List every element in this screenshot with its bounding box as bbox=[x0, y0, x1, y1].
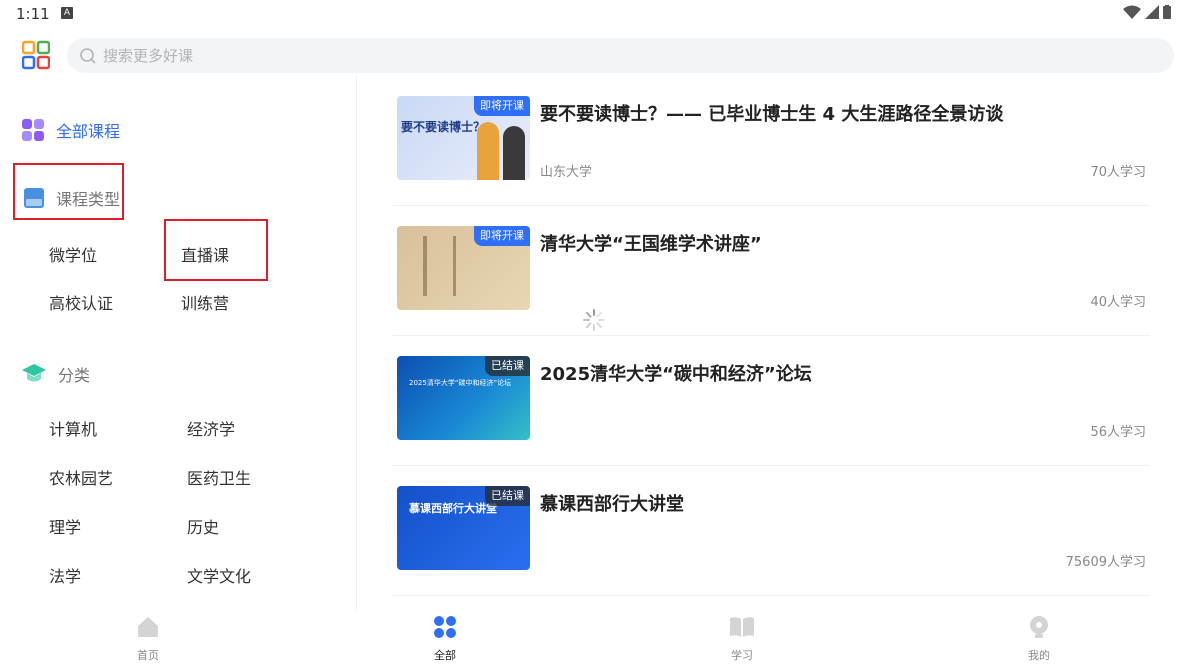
category-item[interactable]: 理学 bbox=[49, 514, 81, 538]
status-bar: 1:11 A bbox=[0, 0, 1187, 28]
course-thumbnail: 要不要读博士？ 即将开课 bbox=[397, 96, 530, 180]
nav-all[interactable]: 全部 bbox=[405, 615, 485, 663]
grid-icon bbox=[434, 616, 456, 638]
category-item[interactable]: 经济学 bbox=[187, 416, 235, 440]
course-thumbnail: 即将开课 bbox=[397, 226, 530, 310]
nav-label: 首页 bbox=[137, 649, 159, 662]
course-thumbnail: 慕课西部行大讲堂 已结课 bbox=[397, 486, 530, 570]
learner-count: 75609人学习 bbox=[1065, 555, 1146, 570]
battery-icon bbox=[1163, 5, 1171, 19]
course-title: 慕课西部行大讲堂 bbox=[540, 494, 684, 515]
nav-label: 我的 bbox=[1028, 649, 1050, 662]
signal-icon bbox=[1145, 5, 1159, 19]
thumbnail-text: 2025清华大学“碳中和经济”论坛 bbox=[409, 379, 512, 387]
wifi-icon bbox=[1123, 5, 1141, 19]
category-item[interactable]: 计算机 bbox=[49, 416, 97, 440]
search-icon bbox=[80, 47, 96, 64]
course-card[interactable]: 慕课西部行大讲堂 已结课 慕课西部行大讲堂 75609人学习 bbox=[393, 466, 1150, 596]
profile-icon bbox=[1030, 616, 1048, 638]
status-badge: 已结课 bbox=[485, 486, 530, 506]
highlight-box bbox=[13, 163, 124, 220]
nav-label: 全部 bbox=[434, 649, 456, 662]
course-school: 山东大学 bbox=[540, 165, 593, 180]
category-item[interactable]: 医药卫生 bbox=[187, 465, 251, 489]
nav-home[interactable]: 首页 bbox=[108, 615, 188, 663]
notification-icon: A bbox=[61, 7, 73, 19]
status-badge: 已结课 bbox=[485, 356, 530, 376]
nav-study[interactable]: 学习 bbox=[702, 615, 782, 663]
highlight-box bbox=[164, 219, 268, 281]
status-badge: 即将开课 bbox=[474, 96, 530, 116]
sidebar: 全部课程 课程类型 微学位 直播课 高校认证 训练营 分类 计算机 经济学 农林… bbox=[0, 76, 357, 611]
app-logo-icon bbox=[22, 40, 50, 70]
learner-count: 56人学习 bbox=[1090, 425, 1146, 440]
course-type-item[interactable]: 训练营 bbox=[181, 290, 229, 314]
nav-label: 学习 bbox=[731, 649, 753, 662]
course-title: 清华大学“王国维学术讲座” bbox=[540, 234, 762, 255]
thumbnail-text: 慕课西部行大讲堂 bbox=[409, 502, 497, 515]
home-icon bbox=[138, 617, 158, 637]
learner-count: 40人学习 bbox=[1090, 295, 1146, 310]
category-label: 分类 bbox=[58, 366, 91, 385]
category-header: 分类 bbox=[22, 362, 90, 386]
course-type-item[interactable]: 高校认证 bbox=[49, 290, 113, 314]
category-item[interactable]: 法学 bbox=[49, 563, 81, 587]
course-card[interactable]: 要不要读博士？ 即将开课 要不要读博士？—— 已毕业博士生 4 大生涯路径全景访… bbox=[393, 76, 1150, 206]
learner-count: 70人学习 bbox=[1090, 165, 1146, 180]
status-time: 1:11 bbox=[16, 5, 50, 23]
grid-icon bbox=[22, 119, 44, 141]
course-card[interactable]: 即将开课 清华大学“王国维学术讲座” 40人学习 bbox=[393, 206, 1150, 336]
search-bar[interactable]: 搜索更多好课 bbox=[67, 38, 1174, 73]
search-placeholder[interactable]: 搜索更多好课 bbox=[103, 45, 193, 66]
all-courses-link[interactable]: 全部课程 bbox=[22, 118, 120, 142]
category-item[interactable]: 农林园艺 bbox=[49, 465, 113, 489]
all-courses-label: 全部课程 bbox=[56, 122, 121, 141]
category-item[interactable]: 历史 bbox=[187, 514, 219, 538]
status-badge: 即将开课 bbox=[474, 226, 530, 246]
category-item[interactable]: 文学文化 bbox=[187, 563, 251, 587]
book-icon bbox=[730, 617, 754, 637]
bottom-nav: 首页 全部 学习 我的 bbox=[0, 611, 1187, 667]
loading-spinner-icon bbox=[583, 309, 605, 331]
course-thumbnail: 2025清华大学“碳中和经济”论坛 已结课 bbox=[397, 356, 530, 440]
thumbnail-text: 要不要读博士？ bbox=[401, 120, 486, 134]
nav-profile[interactable]: 我的 bbox=[999, 615, 1079, 663]
course-type-item[interactable]: 微学位 bbox=[49, 242, 97, 266]
graduation-cap-icon bbox=[22, 364, 46, 382]
course-title: 要不要读博士？—— 已毕业博士生 4 大生涯路径全景访谈 bbox=[540, 104, 1004, 125]
status-icons bbox=[1123, 5, 1171, 19]
course-title: 2025清华大学“碳中和经济”论坛 bbox=[540, 364, 812, 385]
course-card[interactable]: 2025清华大学“碳中和经济”论坛 已结课 2025清华大学“碳中和经济”论坛 … bbox=[393, 336, 1150, 466]
